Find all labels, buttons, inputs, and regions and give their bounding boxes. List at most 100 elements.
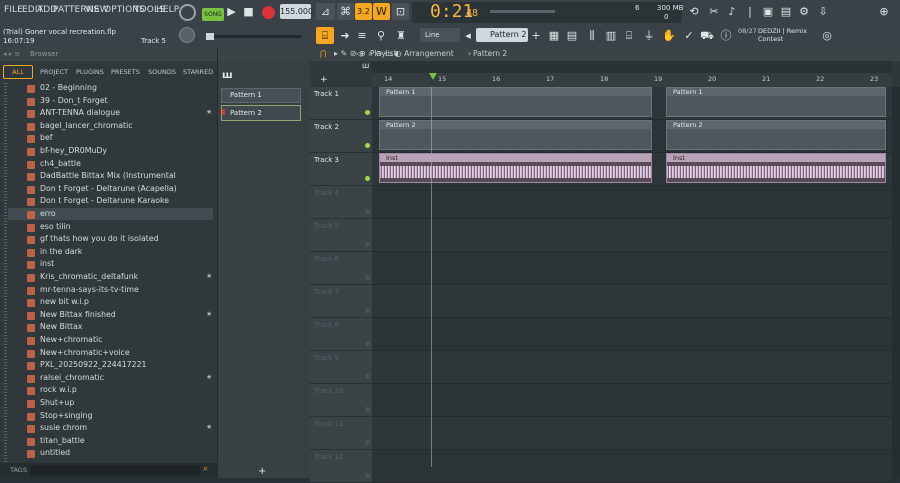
browser-item[interactable]: gf thats how you do it isolated (40, 234, 159, 247)
prev-pattern-icon[interactable]: ◂ (462, 27, 474, 44)
tags-input[interactable] (30, 465, 200, 476)
record-icon[interactable] (262, 6, 275, 19)
plug-icon[interactable]: ⏚ (641, 27, 657, 44)
tab-starred[interactable]: STARRED (183, 68, 213, 76)
vertical-scrollbar[interactable] (892, 87, 900, 478)
add-pattern-button[interactable]: + (258, 466, 266, 477)
browser-item[interactable]: mr-tenna-says-its-tv-time (40, 285, 139, 298)
menu-help[interactable]: HELP (156, 5, 179, 15)
pattern-item-2[interactable]: Pattern 2 (221, 105, 301, 121)
browser-item[interactable]: new bit w.i.p (40, 297, 89, 310)
snap-select[interactable]: Line (420, 28, 460, 42)
track-lane[interactable] (372, 219, 892, 252)
mixer-icon[interactable]: ⫼ (584, 27, 600, 44)
browser-item[interactable]: DadBattle Bittax Mix (Instrumental (40, 171, 176, 184)
track-mute-led[interactable] (365, 374, 370, 379)
browser-item[interactable]: New+chromatic+voice (40, 348, 130, 361)
track-lane[interactable] (372, 351, 892, 384)
browser-item[interactable]: rock w.i.p (40, 385, 77, 398)
master-volume-knob[interactable] (179, 27, 195, 43)
news-text[interactable]: DEDZII | Remix Contest (758, 27, 810, 43)
track-header[interactable]: Track 6 (310, 252, 372, 285)
tab-plugins[interactable]: PLUGINS (76, 68, 104, 76)
track-header[interactable]: Track 5 (310, 219, 372, 252)
stamp-icon[interactable]: ♜ (393, 27, 409, 44)
track-header[interactable]: Track 7 (310, 285, 372, 318)
loop-record-button[interactable]: ⊡ (392, 3, 409, 20)
magnet-icon[interactable]: ⋂ (320, 49, 327, 58)
track-mute-led[interactable] (365, 440, 370, 445)
clip-track3-b[interactable]: Inst (666, 153, 886, 183)
browser-item[interactable]: New Bittax (40, 322, 83, 335)
song-mode-button[interactable]: SONG (202, 8, 224, 21)
pattern-mode-button[interactable]: ⌸ (316, 27, 334, 44)
search-icon[interactable]: ⌕ (203, 464, 208, 474)
stop-icon[interactable]: ■ (241, 3, 256, 20)
metronome-button[interactable]: ⊿ (316, 3, 335, 20)
add-track-button[interactable]: + (320, 75, 328, 85)
browser-item[interactable]: inst (40, 259, 54, 272)
cut-icon[interactable]: ✂ (706, 3, 722, 20)
speaker-icon[interactable]: ◁ (356, 49, 362, 58)
star-icon[interactable]: ★ (206, 310, 212, 318)
clip-track2-b[interactable]: Pattern 2 (666, 120, 886, 150)
track-header[interactable]: Track 9 (310, 351, 372, 384)
save-icon[interactable]: ▣ (760, 3, 776, 20)
track-mute-led[interactable] (365, 308, 370, 313)
browser-item[interactable]: titan_battle (40, 436, 85, 449)
track-mute-led[interactable] (365, 341, 370, 346)
track-header[interactable]: Track 12 (310, 450, 372, 483)
track-lane[interactable] (372, 384, 892, 417)
clip-track1-b[interactable]: Pattern 1 (666, 87, 886, 117)
browser-item[interactable]: susie chrom (40, 423, 87, 436)
link-icon[interactable]: ⚲ (373, 27, 389, 44)
browser-item[interactable]: bf-hey_DR0MuDy (40, 146, 107, 159)
timeline-ruler[interactable]: 14 15 16 17 18 19 20 21 22 23 (372, 73, 892, 87)
browser-item[interactable]: untitled (40, 448, 70, 461)
track-mute-led[interactable] (365, 407, 370, 412)
tempo-display[interactable]: 155.000 (280, 4, 313, 19)
wait-button[interactable]: ⌘ (337, 3, 354, 20)
master-pitch-slider[interactable] (206, 35, 301, 38)
browser-item[interactable]: eso tilin (40, 222, 71, 235)
browser-options-icon[interactable]: ◂ ▸ ≡ (3, 50, 20, 58)
track-lane[interactable] (372, 252, 892, 285)
clip-track3-a[interactable]: Inst (379, 153, 652, 183)
countdown-button[interactable]: 3.2 (355, 3, 372, 20)
browser-item[interactable]: Stop+singing (40, 411, 92, 424)
play-icon[interactable]: ▶ (224, 3, 239, 20)
browser-item[interactable]: bagel_lancer_chromatic (40, 121, 133, 134)
undo-icon[interactable]: ⟲ (686, 3, 702, 20)
export-icon[interactable]: ▤ (778, 3, 794, 20)
browser-item[interactable]: New Bittax finished (40, 310, 116, 323)
browser-item[interactable]: New+chromatic (40, 335, 102, 348)
tab-all[interactable]: ALL (3, 65, 33, 79)
arrow-icon[interactable]: ➜ (337, 27, 353, 44)
track-header[interactable]: Track 1 (310, 87, 372, 120)
browser-item[interactable]: ch4_battle (40, 159, 81, 172)
track-lane[interactable] (372, 318, 892, 351)
clip-track2-a[interactable]: Pattern 2 (379, 120, 652, 150)
track-mute-led[interactable] (365, 110, 370, 115)
tab-sounds[interactable]: SOUNDS (148, 68, 176, 76)
tab-presets[interactable]: PRESETS (111, 68, 140, 76)
star-icon[interactable]: ★ (206, 373, 212, 381)
playlist-icon[interactable]: ▤ (564, 27, 580, 44)
touch-icon[interactable]: ✋ (661, 27, 677, 44)
track-header[interactable]: Track 3 (310, 153, 372, 186)
cart-icon[interactable]: ⛟ (699, 27, 715, 44)
pattern-selector[interactable]: Pattern 2 (476, 28, 528, 42)
step-edit-button[interactable]: W (373, 3, 390, 20)
tab-project[interactable]: PROJECT (40, 68, 68, 76)
world-icon[interactable]: ◎ (820, 27, 834, 44)
browser-item[interactable]: erro (40, 209, 56, 222)
track-mute-led[interactable] (365, 209, 370, 214)
browser-icon[interactable]: ⌸ (621, 27, 637, 44)
browser-item[interactable]: Shut+up (40, 398, 74, 411)
star-icon[interactable]: ★ (206, 272, 212, 280)
browser-item[interactable]: Kris_chromatic_deltafunk (40, 272, 138, 285)
playhead-marker[interactable] (429, 73, 437, 80)
track-lane[interactable] (372, 285, 892, 318)
track-lane[interactable] (372, 450, 892, 483)
add-pattern-icon[interactable]: + (530, 27, 542, 44)
